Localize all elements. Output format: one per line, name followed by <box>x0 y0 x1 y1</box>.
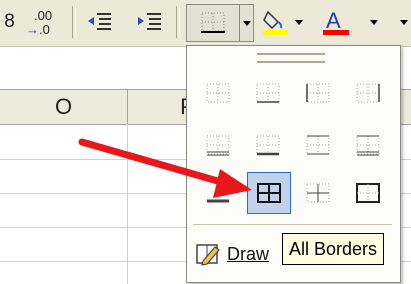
decimal-button-label: 8 <box>4 11 15 32</box>
bottom-double-border-icon <box>206 135 230 156</box>
chevron-down-icon <box>242 20 251 26</box>
font-color-icon: A <box>323 8 349 35</box>
decrease-indent-button[interactable] <box>84 7 116 37</box>
paint-bucket-icon <box>263 10 287 35</box>
chevron-down-icon <box>400 19 408 25</box>
pencil-grid-icon <box>196 244 220 266</box>
top-and-bottom-border-option[interactable] <box>249 126 287 164</box>
all-borders-icon <box>257 183 281 203</box>
borders-button[interactable] <box>186 4 240 42</box>
column-header-o[interactable]: O <box>0 90 128 124</box>
svg-text:.0: .0 <box>39 22 50 36</box>
fill-color-button[interactable] <box>258 7 292 37</box>
thick-bottom-border-option[interactable] <box>199 174 237 212</box>
left-border-icon <box>306 83 330 103</box>
svg-text:A: A <box>326 8 341 33</box>
top-and-double-bottom-border-icon <box>306 135 330 155</box>
borders-dropdown-arrow[interactable] <box>240 4 254 42</box>
outside-borders-icon <box>356 183 380 203</box>
decrease-decimal-icon: .00 → .0 <box>26 8 52 36</box>
grid-line <box>127 124 128 284</box>
svg-text:.00: .00 <box>34 8 52 23</box>
inside-borders-option[interactable] <box>299 174 337 212</box>
top-and-thick-bottom-border-option[interactable] <box>349 126 387 164</box>
fill-color-dropdown-arrow[interactable] <box>293 7 305 37</box>
no-border-icon <box>206 83 230 103</box>
increase-indent-button[interactable] <box>134 7 166 37</box>
draw-borders-label: Draw <box>227 243 270 264</box>
decimal-button[interactable]: 8 <box>0 7 18 37</box>
right-border-icon <box>356 83 380 103</box>
draw-borders-button[interactable]: Draw <box>195 236 269 272</box>
chevron-down-icon <box>295 19 303 25</box>
decrease-decimal-button[interactable]: .00 → .0 <box>22 7 66 37</box>
toolbar-separator <box>72 6 76 38</box>
font-color-dropdown-arrow[interactable] <box>368 7 380 37</box>
thick-bottom-border-icon <box>207 199 229 203</box>
no-border-option[interactable] <box>199 74 237 112</box>
all-borders-tooltip: All Borders <box>282 233 385 265</box>
toolbar-options-arrow[interactable] <box>398 7 410 37</box>
toolbar-separator <box>176 6 180 38</box>
bottom-border-option[interactable] <box>249 74 287 112</box>
right-border-option[interactable] <box>349 74 387 112</box>
borders-icon <box>201 12 225 33</box>
bottom-double-border-option[interactable] <box>199 126 237 164</box>
outside-borders-option[interactable] <box>349 174 387 212</box>
left-border-option[interactable] <box>299 74 337 112</box>
inside-borders-icon <box>306 183 330 203</box>
palette-drag-handle[interactable] <box>257 53 325 63</box>
svg-text:→: → <box>26 22 39 36</box>
font-color-button[interactable]: A <box>318 7 354 37</box>
palette-separator <box>193 224 392 225</box>
bottom-border-icon <box>256 83 280 103</box>
top-and-bottom-border-icon <box>256 135 280 156</box>
formatting-toolbar: 8 .00 → .0 A <box>0 0 411 47</box>
all-borders-option[interactable] <box>247 172 291 214</box>
top-and-thick-bottom-border-icon <box>356 135 380 156</box>
chevron-down-icon <box>370 19 378 25</box>
top-and-double-bottom-border-option[interactable] <box>299 126 337 164</box>
decrease-indent-icon <box>88 13 111 30</box>
increase-indent-icon <box>138 13 161 30</box>
